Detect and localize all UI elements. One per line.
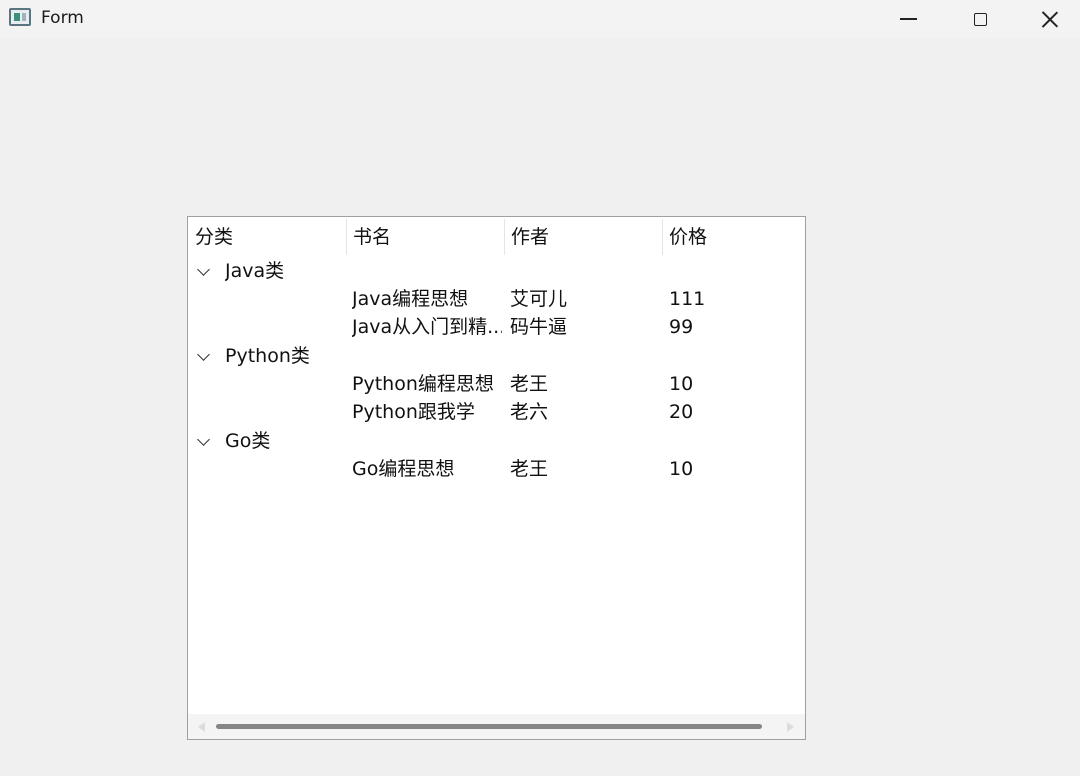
tree-group-row-go[interactable]: Go类 xyxy=(188,427,805,455)
book-price: 99 xyxy=(669,316,694,338)
window-title: Form xyxy=(41,8,84,28)
book-author: 码牛逼 xyxy=(510,316,568,338)
scroll-right-icon[interactable] xyxy=(787,722,794,732)
horizontal-scrollbar[interactable] xyxy=(188,714,805,739)
header-title[interactable]: 书名 xyxy=(346,217,504,255)
scrollbar-thumb[interactable] xyxy=(216,724,762,729)
form-window: Form 分类 书名 作者 价格 Java类 Java编程思想 艾可儿 111 … xyxy=(0,0,1080,776)
maximize-icon xyxy=(973,12,987,26)
minimize-button[interactable] xyxy=(873,0,943,38)
tree-group-row-java[interactable]: Java类 xyxy=(188,257,805,285)
book-title: Java编程思想 xyxy=(352,288,469,310)
book-price: 10 xyxy=(669,458,694,480)
group-label: Go类 xyxy=(225,430,271,452)
book-price: 20 xyxy=(669,401,694,423)
tree-header: 分类 书名 作者 价格 xyxy=(188,217,805,255)
header-author[interactable]: 作者 xyxy=(504,217,662,255)
close-icon xyxy=(1041,10,1059,28)
close-button[interactable] xyxy=(1020,0,1080,38)
book-author: 老王 xyxy=(510,373,549,395)
table-row[interactable]: Java编程思想 艾可儿 111 xyxy=(188,285,805,313)
table-row[interactable]: Python跟我学 老六 20 xyxy=(188,398,805,426)
book-author: 老六 xyxy=(510,401,549,423)
header-price[interactable]: 价格 xyxy=(662,217,805,255)
form-app-icon xyxy=(9,8,31,26)
minimize-icon xyxy=(899,18,917,20)
group-label: Java类 xyxy=(225,260,285,282)
table-row[interactable]: Go编程思想 老王 10 xyxy=(188,455,805,483)
book-price: 10 xyxy=(669,373,694,395)
book-title: Python编程思想 xyxy=(352,373,494,395)
tree-group-row-python[interactable]: Python类 xyxy=(188,342,805,370)
group-label: Python类 xyxy=(225,345,310,367)
chevron-down-icon[interactable] xyxy=(197,433,210,446)
header-category[interactable]: 分类 xyxy=(188,217,346,255)
title-bar[interactable]: Form xyxy=(0,0,1080,38)
table-row[interactable]: Python编程思想 老王 10 xyxy=(188,370,805,398)
book-title: Java从入门到精... xyxy=(352,316,502,338)
book-tree-widget[interactable]: 分类 书名 作者 价格 Java类 Java编程思想 艾可儿 111 Java从… xyxy=(187,216,806,740)
book-price: 111 xyxy=(669,288,706,310)
table-row[interactable]: Java从入门到精... 码牛逼 99 xyxy=(188,313,805,341)
maximize-button[interactable] xyxy=(945,0,1015,38)
chevron-down-icon[interactable] xyxy=(197,348,210,361)
chevron-down-icon[interactable] xyxy=(197,263,210,276)
scroll-left-icon[interactable] xyxy=(198,722,205,732)
book-author: 艾可儿 xyxy=(510,288,568,310)
book-title: Go编程思想 xyxy=(352,458,455,480)
book-author: 老王 xyxy=(510,458,549,480)
book-title: Python跟我学 xyxy=(352,401,475,423)
